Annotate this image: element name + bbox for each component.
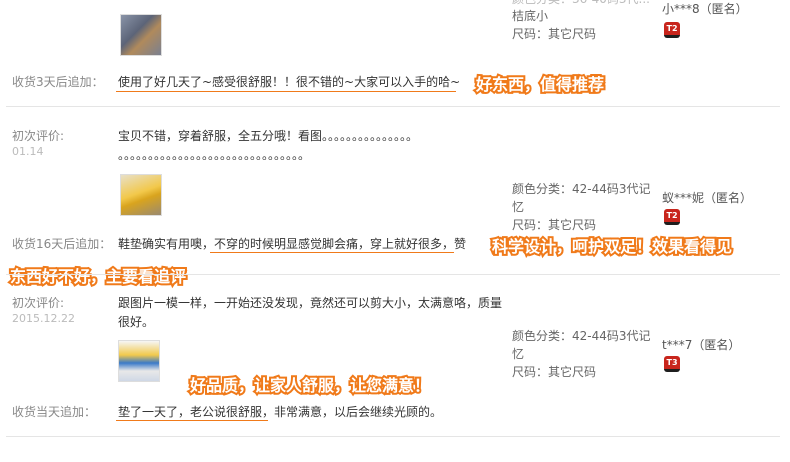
review3-initial-text-line1: 跟图片一模一样，一开始还没发现，竟然还可以剪大小，太满意咯，质量 [118, 296, 503, 310]
review1-user[interactable]: 小***8（匿名） [662, 0, 748, 17]
review2-level-badge-icon: T2 [664, 209, 680, 225]
review3-size: 尺码：其它尺码 [512, 365, 597, 379]
review-divider [6, 274, 780, 275]
review1-color-cont: 桔底小 [512, 9, 549, 23]
review-divider [6, 106, 780, 107]
review2-size: 尺码：其它尺码 [512, 218, 597, 232]
review1-level-badge-icon: T2 [664, 22, 680, 38]
review3-followup-label: 收货当天追加： [12, 405, 97, 419]
review1-photo-thumbnail[interactable] [120, 14, 162, 56]
review3-user[interactable]: t***7（匿名） [662, 336, 740, 353]
review3-level-badge-icon: T3 [664, 356, 680, 372]
review3-promo-banner: 好品质，让家人舒服，让您满意！ [188, 374, 432, 397]
review2-initial-label: 初次评价: [12, 129, 65, 143]
review2-initial-text-line2: 。。。。。。。。。。。。。。。。。。。。。。。。。。。。。。。 [118, 148, 311, 162]
review3-followup-underline [116, 420, 268, 421]
review1-size: 尺码：其它尺码 [512, 27, 597, 41]
review1-followup-text: 使用了好几天了~感受很舒服！！很不错的~大家可以入手的哈~ [118, 75, 461, 89]
review2-initial-date: 01.14 [12, 145, 44, 158]
review3-color: 颜色分类：42-44码3代记 [512, 329, 651, 343]
review1-followup-label: 收货3天后追加： [12, 75, 104, 89]
review2-followup-text: 鞋垫确实有用噢，不穿的时候明显感觉脚会痛，穿上就好很多，赞 [118, 237, 467, 251]
review2-promo-banner: 科学设计，呵护双足！效果看得见 [490, 235, 734, 258]
review2-color-cont: 忆 [512, 200, 525, 214]
review1-followup-underline [116, 91, 456, 92]
review2-followup-underline [210, 252, 454, 253]
review2-photo-thumbnail[interactable] [120, 174, 162, 216]
review2-color: 颜色分类：42-44码3代记 [512, 182, 651, 196]
review2-promo-banner-2: 东西好不好，主要看追评 [8, 265, 188, 288]
review3-initial-text-line2: 很好。 [118, 315, 155, 329]
review3-color-cont: 忆 [512, 347, 525, 361]
review2-user[interactable]: 蚁***妮（匿名） [662, 189, 752, 206]
review3-followup-text: 垫了一天了，老公说很舒服，非常满意，以后会继续光顾的。 [118, 405, 443, 419]
review2-followup-label: 收货16天后追加： [12, 237, 112, 251]
review3-initial-label: 初次评价: [12, 296, 65, 310]
review1-promo-banner: 好东西，值得推荐 [474, 73, 606, 96]
review2-initial-text-line1: 宝贝不错，穿着舒服，全五分哦！看图。。。。。。。。。。。。。。。 [118, 129, 419, 143]
review3-photo-thumbnail[interactable] [118, 340, 160, 382]
review-divider [6, 436, 780, 437]
review3-initial-date: 2015.12.22 [12, 312, 75, 325]
